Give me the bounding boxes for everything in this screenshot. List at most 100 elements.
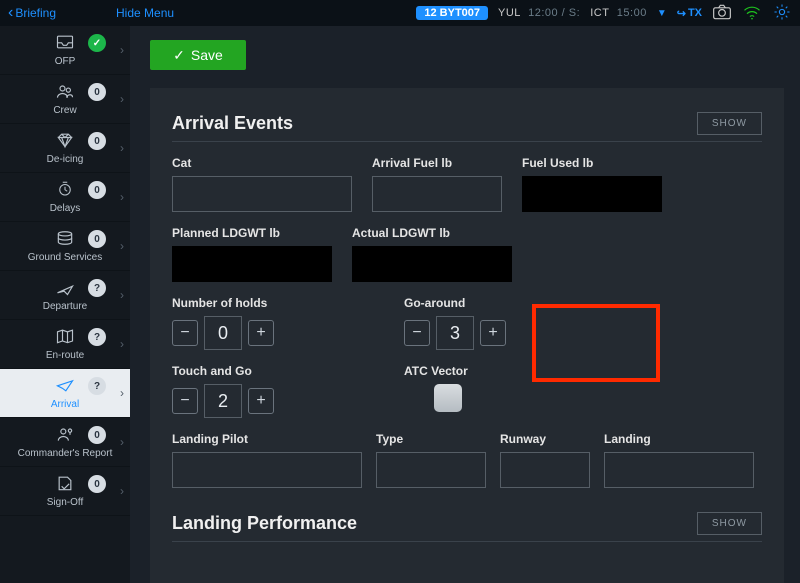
field-planned-ldgwt: Planned LDGWT lb [172,226,332,282]
touch-go-decrement-button[interactable]: − [172,388,198,414]
go-around-label: Go-around [404,296,506,310]
count-badge: 0 [88,426,106,444]
chevron-right-icon: › [120,337,124,351]
show-landing-performance-button[interactable]: SHOW [697,512,762,535]
save-label: Save [191,47,223,63]
cat-label: Cat [172,156,352,170]
sidebar-item-commanders-report[interactable]: Commander's Report 0 › [0,418,130,467]
chevron-right-icon: › [120,288,124,302]
row-landing: Landing Pilot Type Runway Landing [172,432,762,488]
field-holds: Number of holds − 0 + [172,296,274,350]
plane-arrival-icon [55,376,75,397]
show-arrival-events-button[interactable]: SHOW [697,112,762,135]
holds-label: Number of holds [172,296,274,310]
main-pane: ✓ Save Arrival Events SHOW Cat Arrival F… [130,26,800,583]
sidebar-item-label: En-route [46,350,84,361]
field-fuel-used: Fuel Used lb [522,156,662,212]
departure-code: YUL [498,7,521,19]
type-input[interactable] [376,452,486,488]
tx-label: TX [688,7,702,19]
row-holds-goaround: Number of holds − 0 + Go-around − 3 + [172,296,762,350]
share-icon: ↪ [677,7,686,20]
wifi-icon [742,3,762,23]
sidebar-item-label: Sign-Off [47,497,84,508]
sidebar-item-ofp[interactable]: OFP ✓ › [0,26,130,75]
field-actual-ldgwt: Actual LDGWT lb [352,226,512,282]
touch-go-label: Touch and Go [172,364,274,378]
arrival-fuel-input[interactable] [372,176,502,212]
holds-value[interactable]: 0 [204,316,242,350]
commander-icon [55,425,75,446]
sidebar-item-ground-services[interactable]: Ground Services 0 › [0,222,130,271]
landing-input[interactable] [604,452,754,488]
flight-dropdown-icon[interactable]: ▼ [657,8,667,19]
chevron-right-icon: › [120,435,124,449]
section-title: Arrival Events [172,113,293,134]
row-touchgo-atc: Touch and Go − 2 + ATC Vector [172,364,762,418]
go-around-value[interactable]: 3 [436,316,474,350]
back-chevron-icon[interactable]: ‹ [8,5,13,21]
touch-go-increment-button[interactable]: + [248,388,274,414]
tx-indicator[interactable]: ↪ TX [677,7,702,20]
row-ldgwt: Planned LDGWT lb Actual LDGWT lb [172,226,762,282]
sidebar-item-signoff[interactable]: Sign-Off 0 › [0,467,130,516]
sidebar: OFP ✓ › Crew 0 › De-icing 0 › Delays 0 ›… [0,26,130,583]
chevron-right-icon: › [120,239,124,253]
holds-decrement-button[interactable]: − [172,320,198,346]
status-badge: ? [88,279,106,297]
sidebar-item-crew[interactable]: Crew 0 › [0,75,130,124]
arrival-events-header: Arrival Events SHOW [172,106,762,135]
sidebar-item-delays[interactable]: Delays 0 › [0,173,130,222]
section-divider [172,141,762,142]
field-arrival-fuel: Arrival Fuel lb [372,156,502,212]
atc-vector-toggle[interactable] [434,384,462,412]
callsign-pill[interactable]: 12 BYT007 [416,6,488,20]
sidebar-item-label: Arrival [51,399,79,410]
departure-airport: YUL 12:00 / S: [498,7,580,19]
field-landing-pilot: Landing Pilot [172,432,362,488]
fuel-used-input[interactable] [522,176,662,212]
field-type: Type [376,432,486,488]
save-button[interactable]: ✓ Save [150,40,246,70]
sidebar-item-departure[interactable]: Departure ? › [0,271,130,320]
settings-icon[interactable] [772,3,792,23]
holds-increment-button[interactable]: + [248,320,274,346]
landing-pilot-input[interactable] [172,452,362,488]
arrival-fuel-label: Arrival Fuel lb [372,156,502,170]
sidebar-item-label: Crew [53,105,76,116]
field-atc-vector: ATC Vector [404,364,468,418]
go-around-increment-button[interactable]: + [480,320,506,346]
camera-icon[interactable] [712,3,732,23]
chevron-right-icon: › [120,386,124,400]
chevron-right-icon: › [120,141,124,155]
sidebar-item-label: De-icing [47,154,84,165]
field-touch-and-go: Touch and Go − 2 + [172,364,274,418]
type-label: Type [376,432,486,446]
cat-input[interactable] [172,176,352,212]
diamond-icon [55,131,75,152]
sidebar-item-label: Commander's Report [18,448,113,459]
holds-stepper: − 0 + [172,316,274,350]
sidebar-item-enroute[interactable]: En-route ? › [0,320,130,369]
touch-go-value[interactable]: 2 [204,384,242,418]
sidebar-item-arrival[interactable]: Arrival ? › [0,369,130,418]
planned-ldgwt-input[interactable] [172,246,332,282]
actual-ldgwt-input[interactable] [352,246,512,282]
sidebar-item-deicing[interactable]: De-icing 0 › [0,124,130,173]
field-cat: Cat [172,156,352,212]
chevron-right-icon: › [120,190,124,204]
field-runway: Runway [500,432,590,488]
go-around-decrement-button[interactable]: − [404,320,430,346]
section-title: Landing Performance [172,513,357,534]
back-button[interactable]: Briefing [15,6,56,20]
count-badge: 0 [88,230,106,248]
runway-label: Runway [500,432,590,446]
field-go-around: Go-around − 3 + [404,296,506,350]
crew-icon [55,82,75,103]
tray-icon [55,33,75,54]
runway-input[interactable] [500,452,590,488]
sidebar-item-label: Ground Services [28,252,102,263]
landing-pilot-label: Landing Pilot [172,432,362,446]
hide-menu-button[interactable]: Hide Menu [116,6,174,20]
arrival-code: ICT [590,7,609,19]
